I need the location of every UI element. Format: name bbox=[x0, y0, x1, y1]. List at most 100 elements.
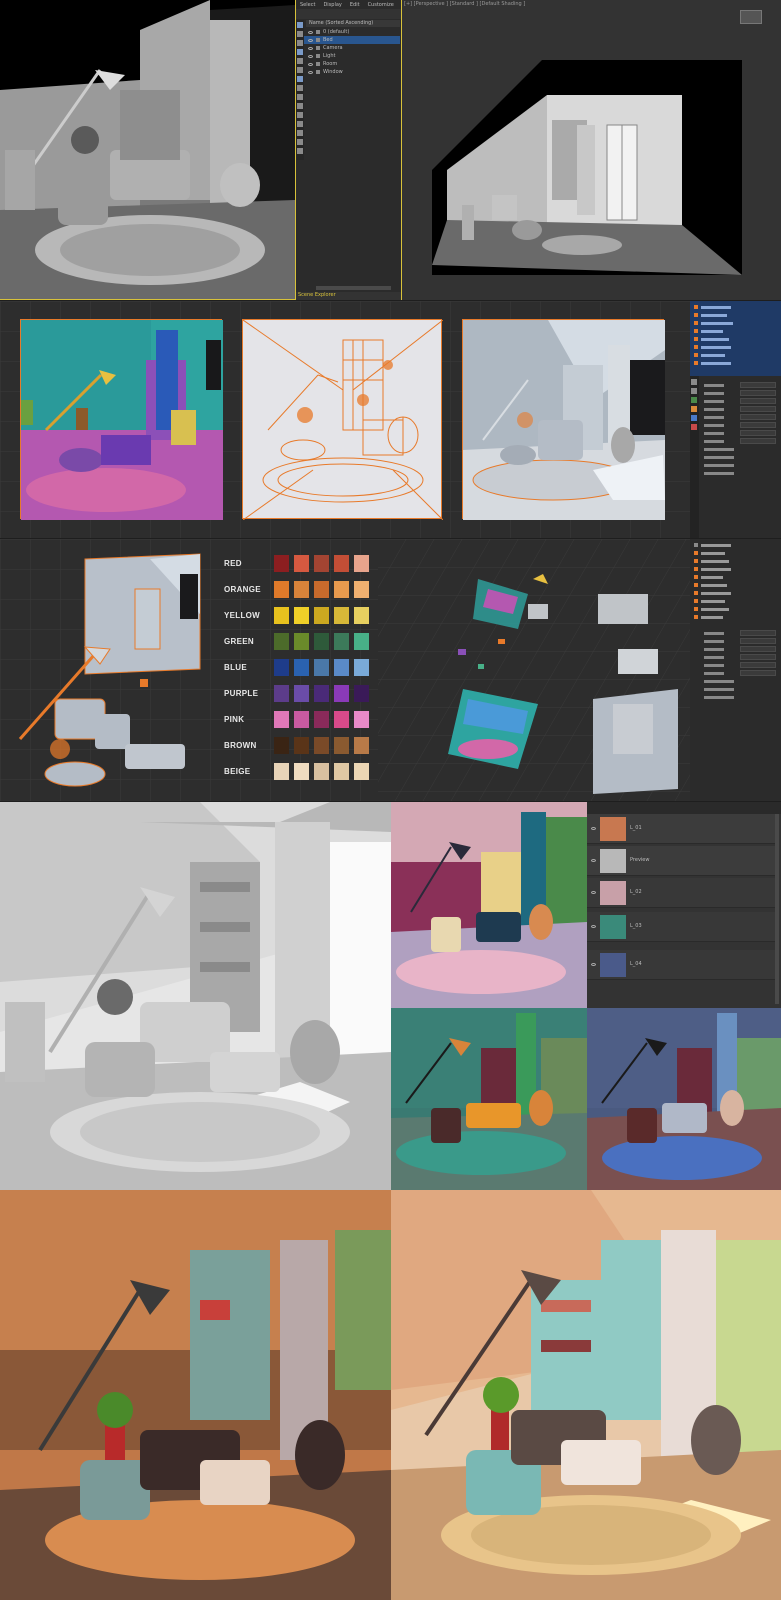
menu-edit[interactable]: Edit bbox=[350, 2, 360, 9]
toolbar-icon[interactable] bbox=[297, 67, 303, 73]
color-swatch[interactable] bbox=[334, 555, 349, 572]
color-swatch[interactable] bbox=[354, 633, 369, 650]
property-row[interactable] bbox=[700, 461, 780, 469]
outliner-row[interactable] bbox=[690, 565, 781, 573]
toolbar-icon[interactable] bbox=[297, 49, 303, 55]
property-row[interactable] bbox=[700, 669, 780, 677]
property-row[interactable] bbox=[700, 405, 780, 413]
color-swatch[interactable] bbox=[334, 581, 349, 598]
outliner-row[interactable] bbox=[690, 311, 781, 319]
outliner-row[interactable] bbox=[690, 549, 781, 557]
property-row[interactable] bbox=[700, 645, 780, 653]
layer-row[interactable]: L_04 bbox=[587, 950, 777, 980]
layers-scrollbar[interactable] bbox=[775, 814, 779, 1004]
outliner-row[interactable] bbox=[690, 573, 781, 581]
property-row[interactable] bbox=[700, 421, 780, 429]
eye-icon[interactable] bbox=[308, 62, 313, 66]
outliner-row[interactable] bbox=[690, 327, 781, 335]
color-swatch[interactable] bbox=[274, 607, 289, 624]
property-row[interactable] bbox=[700, 677, 780, 685]
color-swatch[interactable] bbox=[314, 659, 329, 676]
property-row[interactable] bbox=[700, 381, 780, 389]
outliner-row[interactable] bbox=[690, 613, 781, 621]
toolbar-icon[interactable] bbox=[297, 130, 303, 136]
toolbar-icon[interactable] bbox=[297, 121, 303, 127]
toolbar-icon[interactable] bbox=[297, 85, 303, 91]
property-row[interactable] bbox=[700, 397, 780, 405]
eye-icon[interactable] bbox=[591, 891, 596, 894]
color-swatch[interactable] bbox=[294, 685, 309, 702]
color-swatch[interactable] bbox=[354, 581, 369, 598]
scene-explorer-tab[interactable]: Scene Explorer bbox=[296, 292, 401, 300]
property-row[interactable] bbox=[700, 637, 780, 645]
layer-row[interactable]: L_02 bbox=[587, 878, 777, 908]
property-row[interactable] bbox=[700, 629, 780, 637]
layer-row[interactable]: Preview bbox=[587, 846, 777, 876]
explorer-column-header[interactable]: Name (Sorted Ascending) bbox=[306, 20, 400, 27]
color-swatch[interactable] bbox=[314, 763, 329, 780]
eye-icon[interactable] bbox=[308, 70, 313, 74]
color-swatch[interactable] bbox=[354, 685, 369, 702]
property-row[interactable] bbox=[700, 389, 780, 397]
color-swatch[interactable] bbox=[294, 581, 309, 598]
explorer-scrollbar[interactable] bbox=[316, 286, 391, 290]
eye-icon[interactable] bbox=[308, 38, 313, 42]
modifier-tab-icon[interactable] bbox=[691, 415, 697, 421]
toolbar-icon[interactable] bbox=[297, 31, 303, 37]
toolbar-icon[interactable] bbox=[297, 112, 303, 118]
outliner-row[interactable] bbox=[690, 557, 781, 565]
toolbar-icon[interactable] bbox=[297, 103, 303, 109]
layer-row[interactable]: L_03 bbox=[587, 912, 777, 942]
color-swatch[interactable] bbox=[354, 607, 369, 624]
color-swatch[interactable] bbox=[294, 607, 309, 624]
color-swatch[interactable] bbox=[334, 711, 349, 728]
outliner-row[interactable] bbox=[690, 581, 781, 589]
property-row[interactable] bbox=[700, 437, 780, 445]
camera-tab-icon[interactable] bbox=[691, 397, 697, 403]
object-tab-icon[interactable] bbox=[691, 406, 697, 412]
photoshop-layers-panel[interactable]: L_01 Preview L_02 L_03 L_04 bbox=[587, 802, 781, 1008]
eye-icon[interactable] bbox=[308, 46, 313, 50]
toolbar-icon[interactable] bbox=[297, 139, 303, 145]
color-swatch[interactable] bbox=[334, 633, 349, 650]
property-row[interactable] bbox=[700, 685, 780, 693]
color-swatch[interactable] bbox=[354, 763, 369, 780]
top-viewport-right[interactable]: [+] [Perspective ] [Standard ] [Default … bbox=[402, 0, 781, 300]
outliner-row[interactable] bbox=[690, 597, 781, 605]
color-swatch[interactable] bbox=[274, 633, 289, 650]
color-swatch[interactable] bbox=[334, 737, 349, 754]
blender-viewport-row[interactable] bbox=[0, 301, 690, 538]
blender-properties-panel-mid[interactable] bbox=[690, 539, 781, 801]
outliner-row[interactable] bbox=[690, 605, 781, 613]
eye-icon[interactable] bbox=[591, 963, 596, 966]
color-swatch[interactable] bbox=[294, 659, 309, 676]
toolbar-icon[interactable] bbox=[297, 148, 303, 154]
property-row[interactable] bbox=[700, 661, 780, 669]
color-swatch[interactable] bbox=[294, 555, 309, 572]
eye-icon[interactable] bbox=[591, 925, 596, 928]
tree-item[interactable]: Light bbox=[304, 52, 400, 60]
eye-icon[interactable] bbox=[591, 859, 596, 862]
toolbar-icon[interactable] bbox=[297, 40, 303, 46]
toolbar-icon[interactable] bbox=[297, 94, 303, 100]
color-swatch[interactable] bbox=[314, 607, 329, 624]
property-row[interactable] bbox=[700, 413, 780, 421]
eye-icon[interactable] bbox=[591, 827, 596, 830]
property-row[interactable] bbox=[700, 693, 780, 701]
tree-item[interactable]: Camera bbox=[304, 44, 400, 52]
toolbar-icon[interactable] bbox=[297, 22, 303, 28]
toolbar-icon[interactable] bbox=[297, 76, 303, 82]
toolbar-icon[interactable] bbox=[297, 58, 303, 64]
eye-icon[interactable] bbox=[308, 54, 313, 58]
color-swatch[interactable] bbox=[354, 737, 369, 754]
property-row[interactable] bbox=[700, 429, 780, 437]
color-swatch[interactable] bbox=[314, 685, 329, 702]
color-swatch[interactable] bbox=[314, 555, 329, 572]
outliner-row[interactable] bbox=[690, 351, 781, 359]
outliner-row[interactable] bbox=[690, 589, 781, 597]
color-swatch[interactable] bbox=[314, 737, 329, 754]
color-swatch[interactable] bbox=[294, 763, 309, 780]
color-swatch[interactable] bbox=[314, 633, 329, 650]
outliner-row[interactable] bbox=[690, 319, 781, 327]
color-swatch[interactable] bbox=[274, 711, 289, 728]
